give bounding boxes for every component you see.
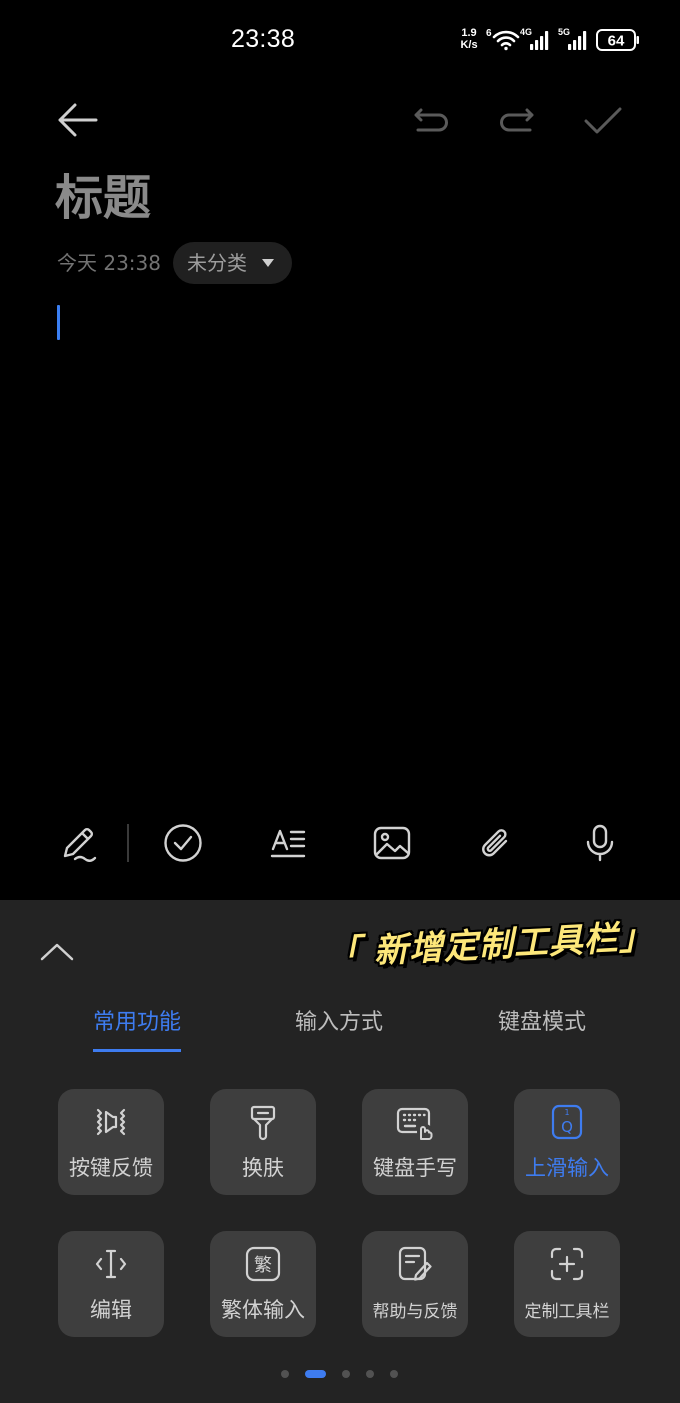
tile-traditional-input[interactable]: 繁 繁体输入 xyxy=(210,1231,316,1337)
tile-skin[interactable]: 换肤 xyxy=(210,1089,316,1195)
tile-label: 换肤 xyxy=(242,1156,284,1180)
edit-cursor-icon xyxy=(95,1249,127,1279)
note-toolbar xyxy=(0,815,680,871)
svg-text:繁: 繁 xyxy=(254,1255,272,1276)
checklist-icon[interactable] xyxy=(163,823,203,863)
skin-brush-icon xyxy=(250,1105,276,1141)
check-icon[interactable] xyxy=(583,105,623,137)
cellular-signal-5g-icon: 5G xyxy=(558,27,587,50)
tab-label: 键盘模式 xyxy=(497,1010,586,1035)
battery-icon: 64 xyxy=(596,29,639,51)
tile-label: 上滑输入 xyxy=(525,1156,609,1180)
svg-text:4G: 4G xyxy=(520,27,532,37)
svg-text:6: 6 xyxy=(486,28,492,39)
tab-keyboard-modes[interactable]: 键盘模式 xyxy=(467,1010,617,1052)
status-bar: 23:38 1.9 K/s 6 4G 5G 64 xyxy=(0,0,680,70)
note-date: 今天 23:38 xyxy=(57,251,161,275)
tab-label: 常用功能 xyxy=(92,1010,181,1052)
tile-swipe-input[interactable]: 1 Q 上滑输入 xyxy=(514,1089,620,1195)
insert-image-icon[interactable] xyxy=(372,823,412,863)
tab-input-methods[interactable]: 输入方式 xyxy=(264,1010,414,1052)
traditional-chinese-icon: 繁 xyxy=(245,1246,281,1282)
redo-icon[interactable] xyxy=(496,106,536,136)
text-cursor xyxy=(57,305,60,340)
page-dot xyxy=(342,1370,350,1378)
tile-label: 键盘手写 xyxy=(373,1156,457,1180)
page-dot xyxy=(281,1370,289,1378)
svg-text:5G: 5G xyxy=(558,27,570,37)
text-style-icon[interactable] xyxy=(268,823,308,863)
toolbar-divider xyxy=(127,824,129,862)
page-dot xyxy=(366,1370,374,1378)
page-indicator xyxy=(281,1370,398,1378)
tile-help-feedback[interactable]: 帮助与反馈 xyxy=(362,1231,468,1337)
handwriting-pen-icon[interactable] xyxy=(58,823,98,863)
battery-level: 64 xyxy=(608,33,625,50)
category-label: 未分类 xyxy=(187,251,247,275)
wifi-6-icon: 6 xyxy=(486,28,520,51)
help-feedback-icon xyxy=(398,1246,432,1281)
function-tile-grid: 按键反馈 换肤 键盘手写 1 Q 上滑输入 编辑 繁 繁体输入 帮助与反馈 定制… xyxy=(58,1089,620,1337)
customize-toolbar-icon xyxy=(550,1247,584,1281)
svg-text:1: 1 xyxy=(564,1108,569,1117)
swipe-input-icon: 1 Q xyxy=(551,1104,583,1140)
network-speed-value: 1.9 xyxy=(461,27,477,39)
attachment-icon[interactable] xyxy=(475,823,515,863)
tile-edit[interactable]: 编辑 xyxy=(58,1231,164,1337)
tile-label: 编辑 xyxy=(90,1298,132,1322)
tile-label: 繁体输入 xyxy=(221,1298,305,1322)
status-time: 23:38 xyxy=(231,25,296,53)
tile-keyboard-handwriting[interactable]: 键盘手写 xyxy=(362,1089,468,1195)
tile-label: 按键反馈 xyxy=(69,1156,153,1180)
undo-icon[interactable] xyxy=(412,106,452,136)
tile-label: 定制工具栏 xyxy=(524,1302,610,1322)
back-arrow-icon[interactable] xyxy=(56,100,98,140)
network-speed-unit: K/s xyxy=(460,39,478,51)
note-body-editor[interactable] xyxy=(0,296,680,796)
tile-customize-toolbar[interactable]: 定制工具栏 xyxy=(514,1231,620,1337)
svg-text:Q: Q xyxy=(561,1118,573,1136)
keyboard-handwriting-icon xyxy=(396,1107,433,1140)
tile-key-feedback[interactable]: 按键反馈 xyxy=(58,1089,164,1195)
category-dropdown[interactable]: 未分类 xyxy=(173,242,292,284)
chevron-up-icon[interactable] xyxy=(40,942,74,962)
voice-input-icon[interactable] xyxy=(580,823,620,863)
cellular-signal-4g-icon: 4G xyxy=(520,27,549,50)
page-dot xyxy=(390,1370,398,1378)
tile-label: 帮助与反馈 xyxy=(372,1302,458,1322)
tab-common-functions[interactable]: 常用功能 xyxy=(62,1010,212,1052)
haptic-feedback-icon xyxy=(96,1108,126,1136)
network-speed: 1.9 K/s xyxy=(456,27,482,51)
tab-label: 输入方式 xyxy=(294,1010,383,1035)
page-dot-active xyxy=(305,1370,326,1378)
dropdown-triangle-icon xyxy=(262,259,274,267)
title-input[interactable] xyxy=(55,166,635,230)
